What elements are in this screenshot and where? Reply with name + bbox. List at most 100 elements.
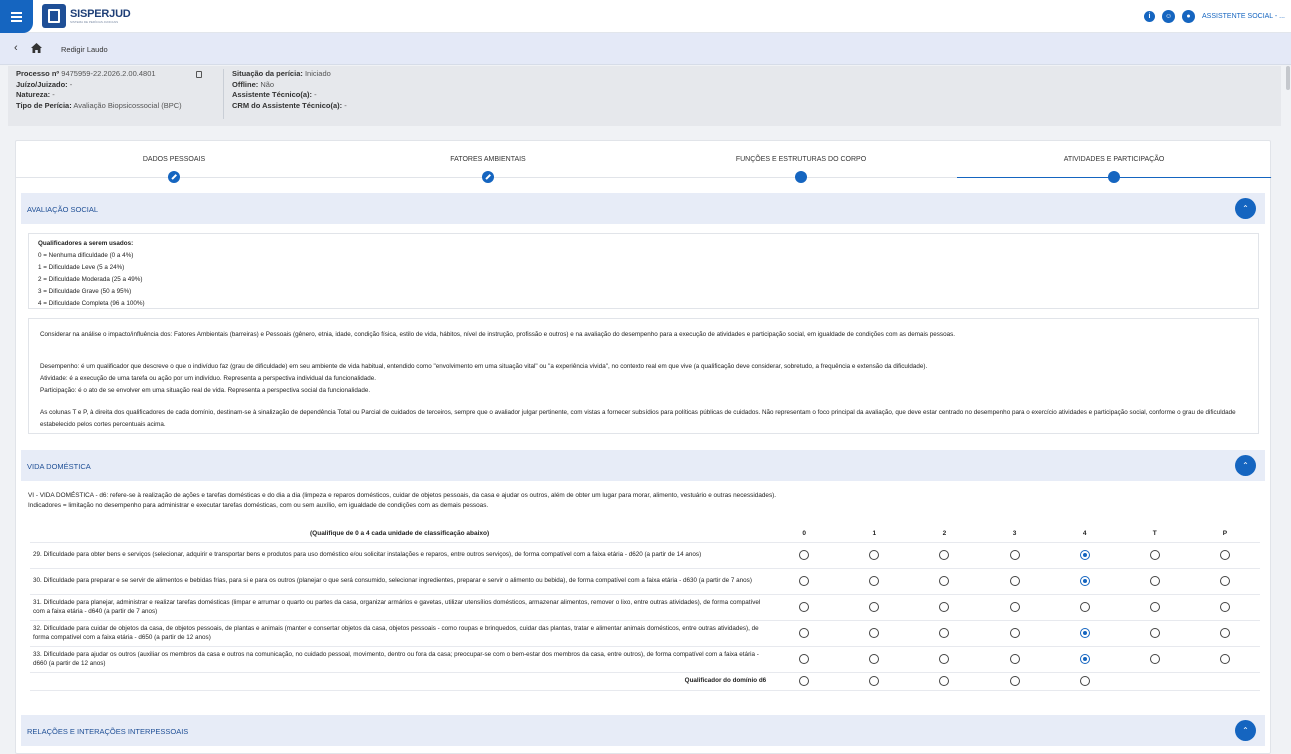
- radio-option[interactable]: [799, 550, 810, 560]
- atividade-text: Atividade: é a execução de uma tarefa ou…: [40, 375, 377, 382]
- qualificador-item: 3 = Dificuldade Grave (50 a 95%): [38, 288, 132, 296]
- radio-option[interactable]: [1149, 628, 1160, 638]
- info-icon[interactable]: i: [1144, 11, 1156, 22]
- qualificador-item: 4 = Dificuldade Completa (96 a 100%): [38, 300, 145, 308]
- situacao-label: Situação da perícia:: [232, 69, 303, 78]
- radio-option[interactable]: [1149, 576, 1160, 586]
- section-relacoes[interactable]: RELAÇÕES E INTERAÇÕES INTERPESSOAIS ⌃: [21, 715, 1265, 746]
- radio-option[interactable]: [1149, 654, 1160, 664]
- radio-option[interactable]: [799, 676, 810, 686]
- radio-option[interactable]: [939, 676, 950, 686]
- radio-option[interactable]: [1079, 628, 1090, 638]
- radio-option[interactable]: [939, 628, 950, 638]
- radio-option[interactable]: [1149, 602, 1160, 612]
- col-header: 4: [1049, 525, 1120, 543]
- radio-option[interactable]: [1079, 676, 1090, 686]
- radio-option[interactable]: [1079, 654, 1090, 664]
- radio-option[interactable]: [799, 654, 810, 664]
- info-divider: [223, 69, 224, 119]
- stepper: DADOS PESSOAIS FATORES AMBIENTAIS FUNÇÕE…: [16, 141, 1272, 183]
- juizo-label: Juízo/Juizado:: [16, 79, 68, 89]
- user-avatar-icon[interactable]: ●: [1182, 10, 1196, 23]
- radio-option[interactable]: [1009, 576, 1020, 586]
- home-icon[interactable]: [31, 43, 42, 53]
- question-text: 30. Dificuldade para preparar e se servi…: [30, 568, 770, 595]
- step-dot[interactable]: [795, 171, 807, 183]
- col-header: P: [1189, 525, 1260, 543]
- section-avaliacao-social[interactable]: AVALIAÇÃO SOCIAL ⌃: [21, 193, 1265, 224]
- radio-option[interactable]: [939, 576, 950, 586]
- radio-option[interactable]: [869, 550, 880, 560]
- radio-option[interactable]: [1009, 602, 1020, 612]
- offline-value: Não: [260, 79, 275, 89]
- menu-button[interactable]: [0, 0, 33, 33]
- step-dados-pessoais[interactable]: DADOS PESSOAIS: [19, 156, 329, 163]
- copy-icon[interactable]: [196, 71, 202, 78]
- step-fatores-ambientais[interactable]: FATORES AMBIENTAIS: [333, 156, 643, 163]
- collapse-icon[interactable]: ⌃: [1235, 720, 1256, 741]
- user-name[interactable]: ASSISTENTE SOCIAL - ...: [1202, 13, 1285, 20]
- radio-option[interactable]: [1079, 576, 1090, 586]
- radio-option[interactable]: [1009, 676, 1020, 686]
- radio-option[interactable]: [1009, 628, 1020, 638]
- question-text: 33. Dificuldade para ajudar os outros (a…: [30, 646, 770, 673]
- radio-option[interactable]: [1009, 654, 1020, 664]
- table-header: (Qualifique de 0 a 4 cada unidade de cla…: [30, 525, 770, 543]
- logo-icon: [42, 4, 66, 28]
- back-icon[interactable]: ‹: [14, 42, 18, 54]
- col-header: 2: [909, 525, 980, 543]
- top-bar: SISPERJUD SISTEMA DE PERÍCIAS JUDICIAIS …: [0, 0, 1291, 33]
- radio-option[interactable]: [799, 576, 810, 586]
- step-atividades-participacao[interactable]: ATIVIDADES E PARTICIPAÇÃO: [959, 156, 1269, 163]
- page-scrollbar[interactable]: [1286, 66, 1290, 90]
- accessibility-icon[interactable]: ☺: [1162, 10, 1176, 23]
- step-funcoes-estruturas[interactable]: FUNÇÕES E ESTRUTURAS DO CORPO: [646, 156, 956, 163]
- radio-option[interactable]: [1079, 602, 1090, 612]
- radio-option[interactable]: [939, 654, 950, 664]
- assistente-label: Assistente Técnico(a):: [232, 90, 313, 99]
- section-title: VIDA DOMÉSTICA: [27, 462, 91, 471]
- radio-option[interactable]: [869, 576, 880, 586]
- table-row: 31. Dificuldade para planejar, administr…: [30, 594, 1260, 621]
- domain-qualifier-row: Qualificador do domínio d6: [30, 672, 1260, 691]
- process-info-panel: Processo nº 9475959-22.2026.2.00.4801 Ju…: [8, 66, 1281, 126]
- app-logo[interactable]: SISPERJUD SISTEMA DE PERÍCIAS JUDICIAIS: [42, 4, 131, 28]
- radio-option[interactable]: [799, 628, 810, 638]
- radio-option[interactable]: [1009, 550, 1020, 560]
- hamburger-icon: [11, 15, 22, 18]
- consider-box: Considerar na análise o impacto/influênc…: [28, 318, 1259, 434]
- col-header: 0: [769, 525, 840, 543]
- question-text: 31. Dificuldade para planejar, administr…: [30, 594, 770, 621]
- col-header: 1: [839, 525, 910, 543]
- step-edit-icon[interactable]: [168, 171, 180, 183]
- radio-option[interactable]: [1219, 602, 1230, 612]
- tipo-value: Avaliação Biopsicossocial (BPC): [73, 100, 182, 110]
- radio-option[interactable]: [869, 628, 880, 638]
- radio-option[interactable]: [1219, 654, 1230, 664]
- qualificador-item: 0 = Nenhuma dificuldade (0 a 4%): [38, 252, 134, 260]
- step-dot-active[interactable]: [1108, 171, 1120, 183]
- radio-option[interactable]: [869, 676, 880, 686]
- table-row: 29. Dificuldade para obter bens e serviç…: [30, 542, 1260, 569]
- processo-value: 9475959-22.2026.2.00.4801: [61, 69, 156, 78]
- radio-option[interactable]: [799, 602, 810, 612]
- table-row: 33. Dificuldade para ajudar os outros (a…: [30, 646, 1260, 673]
- domain-qualifier-label: Qualificador do domínio d6: [30, 672, 770, 691]
- radio-option[interactable]: [1149, 550, 1160, 560]
- radio-option[interactable]: [1219, 550, 1230, 560]
- crm-value: -: [344, 100, 347, 110]
- table-row: 30. Dificuldade para preparar e se servi…: [30, 568, 1260, 595]
- radio-option[interactable]: [939, 550, 950, 560]
- radio-option[interactable]: [1079, 550, 1090, 560]
- radio-option[interactable]: [1219, 628, 1230, 638]
- radio-option[interactable]: [1219, 576, 1230, 586]
- step-edit-icon[interactable]: [482, 171, 494, 183]
- radio-option[interactable]: [869, 654, 880, 664]
- collapse-icon[interactable]: ⌃: [1235, 455, 1256, 476]
- radio-option[interactable]: [869, 602, 880, 612]
- section-vida-domestica[interactable]: VIDA DOMÉSTICA ⌃: [21, 450, 1265, 481]
- vida-description: VI - VIDA DOMÉSTICA - d6: refere-se à re…: [28, 492, 777, 499]
- collapse-icon[interactable]: ⌃: [1235, 198, 1256, 219]
- radio-option[interactable]: [939, 602, 950, 612]
- question-text: 29. Dificuldade para obter bens e serviç…: [30, 542, 770, 569]
